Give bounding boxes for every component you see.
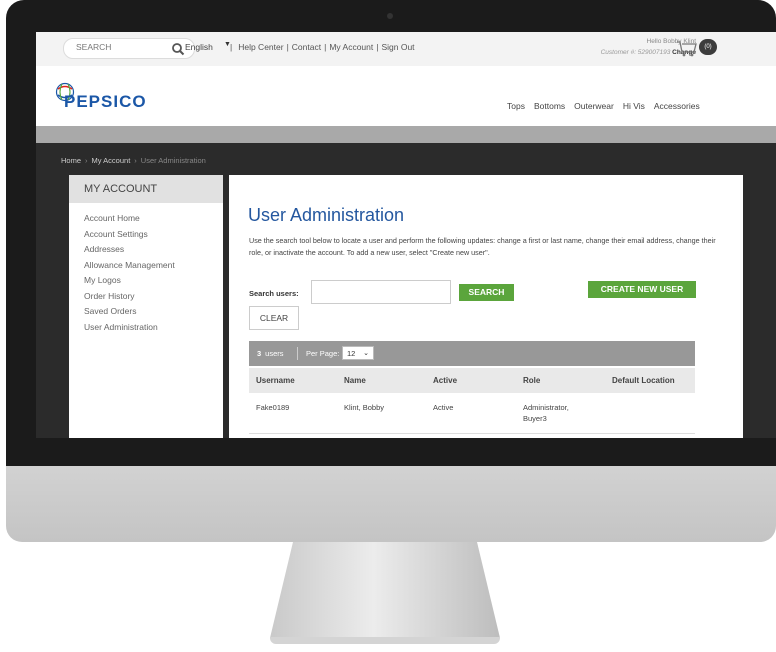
language-select[interactable]: English <box>185 42 213 52</box>
nav-bottoms[interactable]: Bottoms <box>534 101 565 111</box>
create-new-user-button[interactable]: CREATE NEW USER <box>588 281 696 298</box>
column-name[interactable]: Name <box>344 376 366 385</box>
monitor-stand-base <box>270 637 500 644</box>
sidebar-header: MY ACCOUNT <box>69 175 223 203</box>
breadcrumb-my-account[interactable]: My Account <box>92 156 131 165</box>
per-page-select[interactable]: 12 ⌄ <box>342 346 374 360</box>
site-search-input[interactable]: SEARCH <box>63 38 195 59</box>
clear-button[interactable]: CLEAR <box>249 306 299 330</box>
column-username[interactable]: Username <box>256 376 295 385</box>
cell-username[interactable]: Fake0189 <box>256 402 289 413</box>
cell-name: Klint, Bobby <box>344 403 385 412</box>
nav-accessories[interactable]: Accessories <box>654 101 700 111</box>
user-count: 3 users <box>257 349 284 358</box>
sidebar-item-allowance-management[interactable]: Allowance Management <box>84 258 175 274</box>
search-placeholder: SEARCH <box>76 42 112 52</box>
sidebar-item-account-settings[interactable]: Account Settings <box>84 227 175 243</box>
breadcrumb-home[interactable]: Home <box>61 156 81 165</box>
greeting: Hello Bobby Klint <box>646 38 697 45</box>
page-title: User Administration <box>248 205 405 225</box>
search-button[interactable]: SEARCH <box>459 284 514 301</box>
customer-number: Customer #: 529007193 Change <box>514 49 696 56</box>
column-role[interactable]: Role <box>523 376 540 385</box>
sidebar-title: MY ACCOUNT <box>84 183 158 195</box>
table-row[interactable]: Fake0189 Klint, Bobby Active Administrat… <box>249 393 695 434</box>
divider-strip <box>36 126 776 143</box>
cart-count-badge[interactable]: (0) <box>699 39 717 55</box>
column-active[interactable]: Active <box>433 376 457 385</box>
chevron-down-icon: ⌄ <box>363 350 369 357</box>
pepsico-logo[interactable]: PEPSICO <box>64 92 147 112</box>
cell-role-line1: Administrator, <box>523 403 569 412</box>
table-header: Username Name Active Role Default Locati… <box>249 368 695 393</box>
sign-out-link[interactable]: Sign Out <box>381 42 414 52</box>
my-account-link[interactable]: My Account <box>329 42 373 52</box>
search-users-input[interactable] <box>311 280 451 304</box>
cell-active: Active <box>433 403 454 412</box>
customer-label: Customer #: 529007193 <box>600 49 671 56</box>
users-label: users <box>265 349 284 358</box>
contact-link[interactable]: Contact <box>292 42 321 52</box>
sidebar-item-order-history[interactable]: Order History <box>84 289 175 305</box>
main-nav: Tops Bottoms Outerwear Hi Vis Accessories <box>498 101 700 111</box>
help-center-link[interactable]: Help Center <box>238 42 283 52</box>
site-header: PEPSICO Tops Bottoms Outerwear Hi Vis Access… <box>36 66 776 126</box>
camera-icon <box>387 13 393 19</box>
account-sidebar: MY ACCOUNT Account Home Account Settings… <box>69 175 223 438</box>
screen: SEARCH English ▼ | Help Center | Contact | My… <box>36 32 776 438</box>
cell-role-line2: Buyer3 <box>523 414 547 423</box>
breadcrumb: Home › My Account › User Administration <box>61 156 206 165</box>
search-icon[interactable] <box>171 42 185 56</box>
user-count-value: 3 <box>257 349 262 358</box>
sidebar-item-addresses[interactable]: Addresses <box>84 242 175 258</box>
column-default-location[interactable]: Default Location <box>612 376 675 385</box>
nav-tops[interactable]: Tops <box>507 101 525 111</box>
breadcrumb-current: User Administration <box>140 156 206 165</box>
sidebar-item-account-home[interactable]: Account Home <box>84 211 175 227</box>
sidebar-item-saved-orders[interactable]: Saved Orders <box>84 304 175 320</box>
page-description: Use the search tool below to locate a us… <box>249 236 716 257</box>
nav-outerwear[interactable]: Outerwear <box>574 101 614 111</box>
top-links: | Help Center | Contact | My Account | Sign Out <box>230 42 415 52</box>
utility-bar: SEARCH English ▼ | Help Center | Contact | My… <box>36 32 776 66</box>
sidebar-item-my-logos[interactable]: My Logos <box>84 273 175 289</box>
monitor-stand <box>270 542 500 638</box>
search-users-label: Search users: <box>249 289 299 298</box>
main-content: User Administration Use the search tool … <box>229 175 743 438</box>
per-page-value: 12 <box>347 349 356 358</box>
nav-hi-vis[interactable]: Hi Vis <box>623 101 645 111</box>
sidebar-menu: Account Home Account Settings Addresses … <box>84 211 175 335</box>
bar-divider <box>297 347 298 360</box>
results-bar: 3 users Per Page: 12 ⌄ <box>249 341 695 366</box>
cart-icon[interactable] <box>676 40 698 58</box>
sidebar-item-user-administration[interactable]: User Administration <box>84 320 175 336</box>
per-page-label: Per Page: <box>306 349 340 358</box>
monitor-chin <box>6 466 776 542</box>
